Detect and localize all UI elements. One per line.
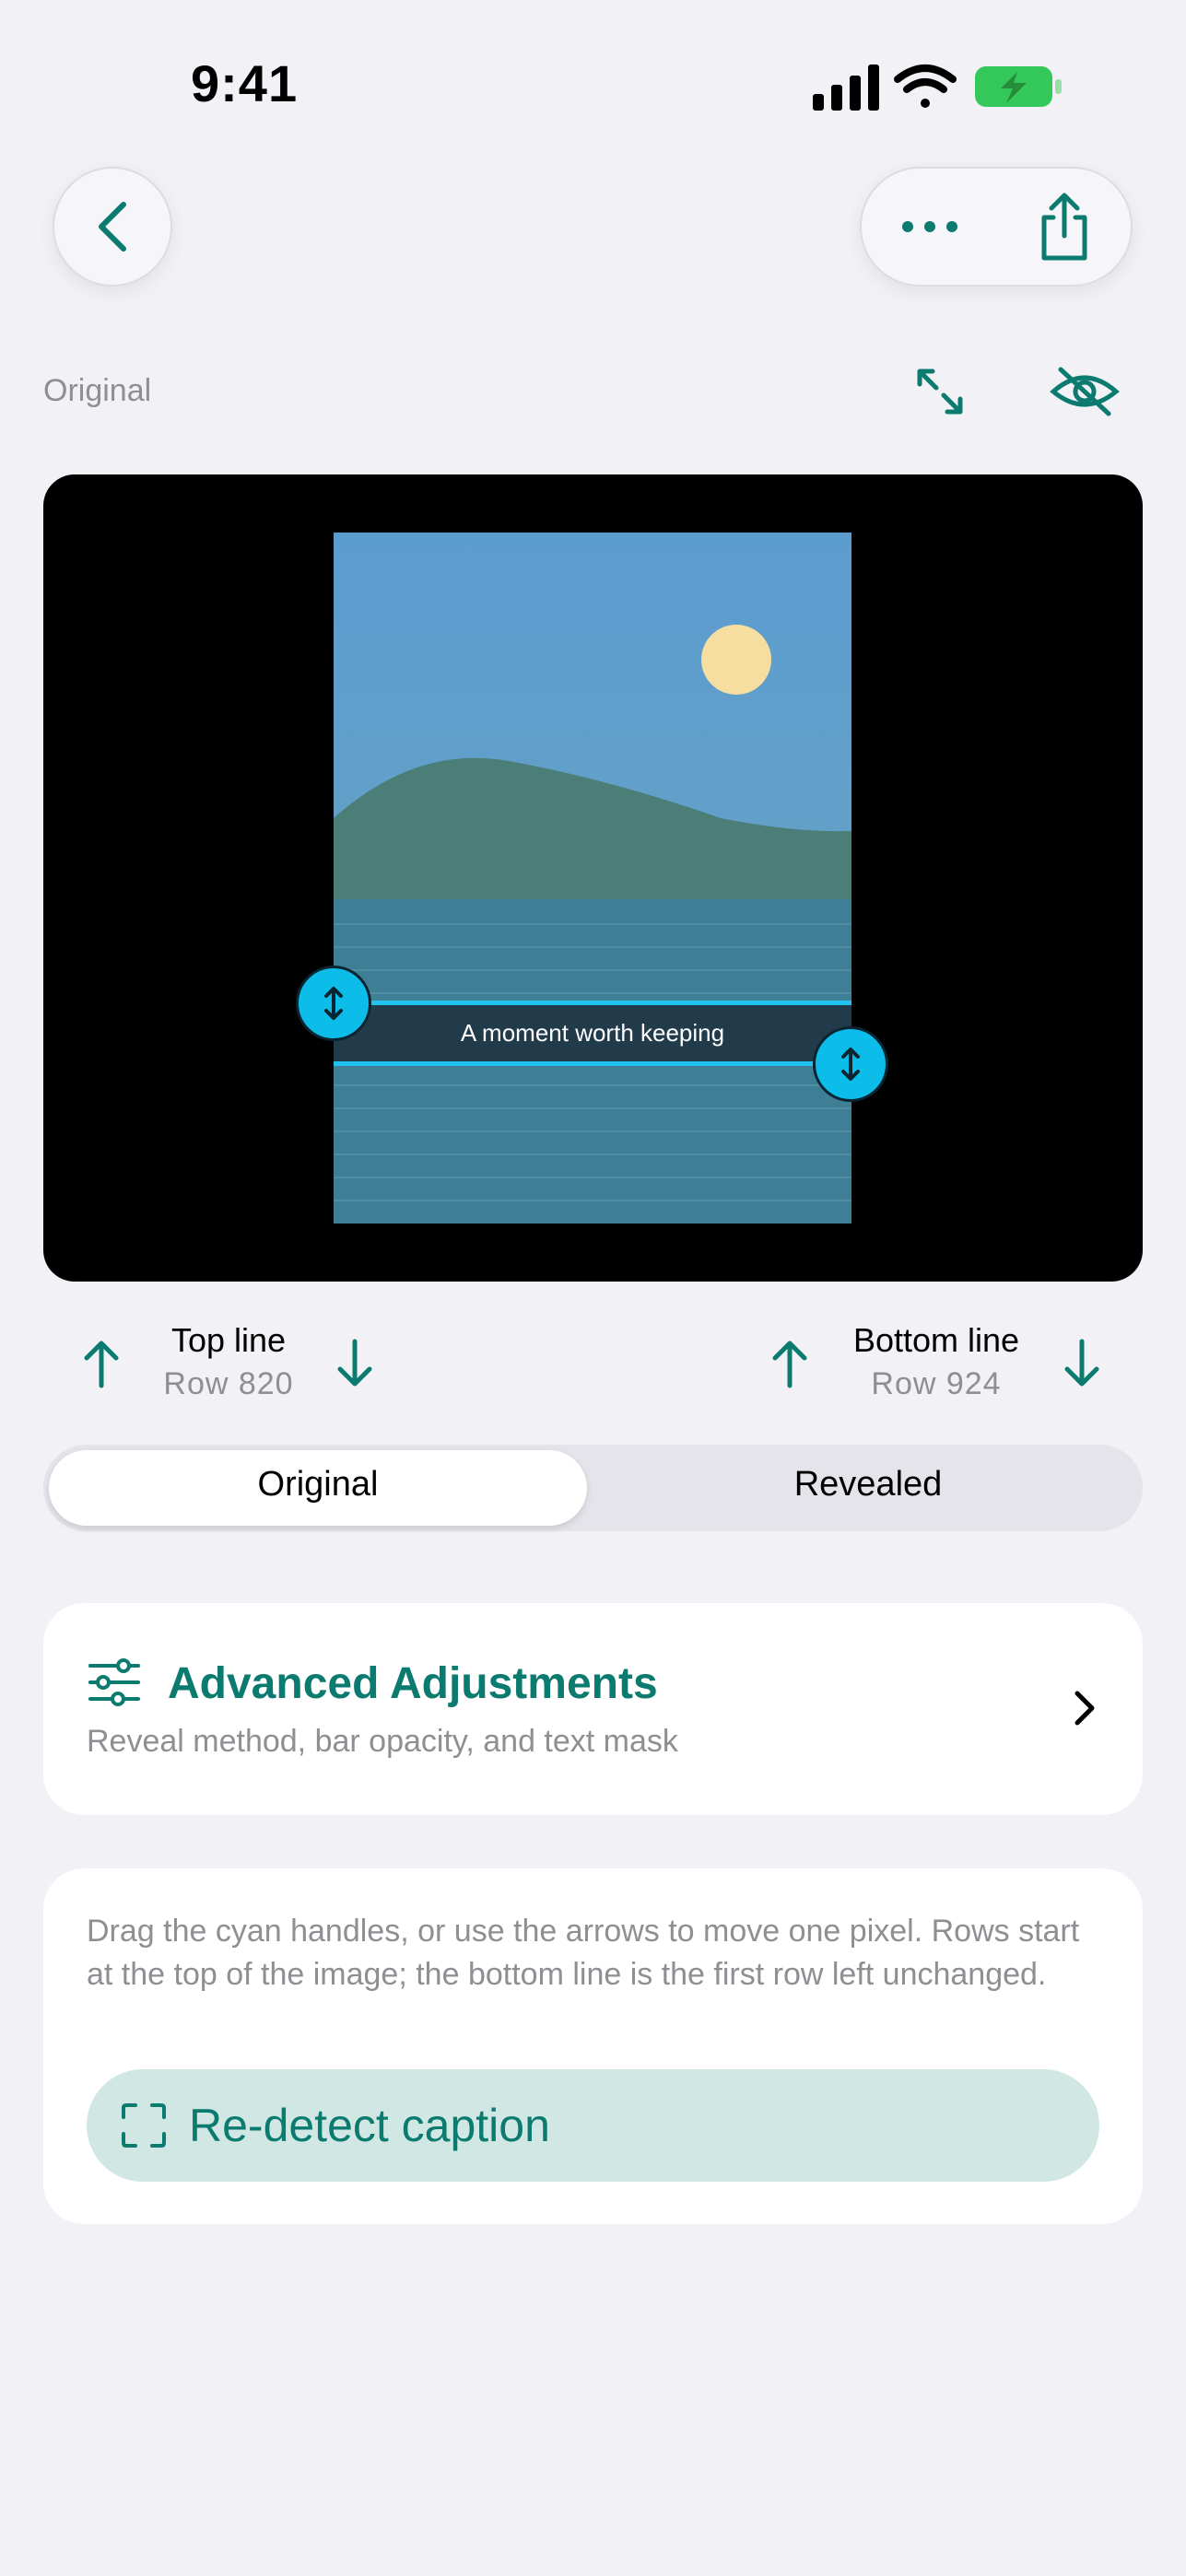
action-pill <box>860 167 1133 287</box>
vertical-arrows-icon <box>324 987 343 1020</box>
preview-image <box>334 533 851 1224</box>
segment-original[interactable]: Original <box>49 1465 587 1505</box>
ellipsis-icon <box>902 221 957 232</box>
bottom-line-up-button[interactable] <box>762 1331 817 1396</box>
arrow-up-icon <box>84 1341 119 1388</box>
battery-icon <box>975 66 1062 107</box>
cellular-signal-icon <box>813 64 879 111</box>
sun-shape <box>701 625 771 695</box>
expand-icon[interactable] <box>912 364 968 419</box>
bottom-cut-line <box>334 1061 851 1066</box>
more-button[interactable] <box>862 169 998 285</box>
segment-revealed[interactable]: Revealed <box>599 1465 1137 1505</box>
arrow-down-icon <box>337 1339 372 1387</box>
chevron-right-icon <box>1074 1691 1095 1726</box>
top-cut-line <box>334 1001 851 1005</box>
vertical-arrows-icon <box>841 1048 860 1081</box>
back-button[interactable] <box>53 167 172 287</box>
bottom-line-handle[interactable] <box>813 1026 888 1102</box>
caption-text: A moment worth keeping <box>460 1019 725 1047</box>
redetect-caption-label: Re-detect caption <box>189 2100 550 2151</box>
advanced-adjustments-subtitle: Reveal method, bar opacity, and text mas… <box>87 1724 678 1759</box>
scan-frame-icon <box>122 2103 166 2148</box>
bottom-line-row: Row 924 <box>871 1366 1002 1401</box>
advanced-adjustments-title: Advanced Adjustments <box>168 1659 658 1708</box>
chevron-left-icon <box>99 202 126 252</box>
top-line-down-button[interactable] <box>327 1331 382 1396</box>
status-time: 9:41 <box>191 54 299 112</box>
status-icons <box>813 64 1062 111</box>
top-line-up-button[interactable] <box>74 1331 129 1396</box>
advanced-adjustments-card[interactable] <box>43 1603 1143 1815</box>
sliders-icon <box>88 1658 140 1706</box>
help-text: Drag the cyan handles, or use the arrows… <box>87 1914 1080 1992</box>
top-line-row: Row 820 <box>163 1366 294 1401</box>
top-line-label: Top line <box>170 1321 287 1359</box>
arrow-up-icon <box>772 1341 807 1388</box>
view-mode-label: Original <box>43 373 152 408</box>
share-icon <box>1041 193 1087 261</box>
bottom-line-label: Bottom line <box>852 1321 1020 1359</box>
redetect-caption-button[interactable]: Re-detect caption <box>87 2069 1099 2182</box>
eye-slash-icon[interactable] <box>1048 364 1121 419</box>
bottom-line-down-button[interactable] <box>1054 1331 1110 1396</box>
arrow-down-icon <box>1064 1339 1099 1387</box>
share-button[interactable] <box>998 169 1131 285</box>
top-line-handle[interactable] <box>296 966 371 1041</box>
wifi-icon <box>894 64 957 108</box>
